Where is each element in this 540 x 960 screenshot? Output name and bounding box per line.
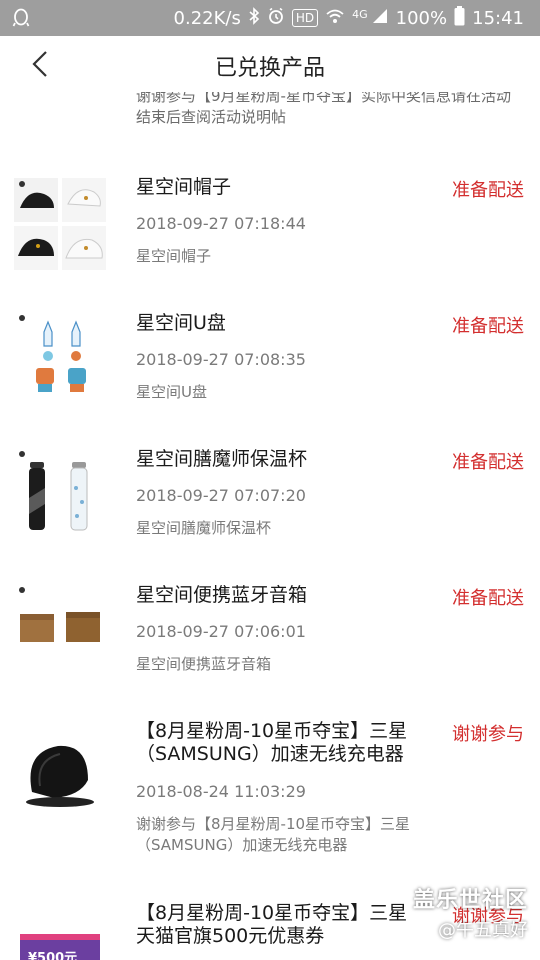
delivery-status: 准备配送 xyxy=(452,180,524,201)
alarm-icon xyxy=(267,7,285,30)
wifi-icon xyxy=(325,8,345,29)
product-image-speaker xyxy=(14,584,106,676)
product-name: 星空间便携蓝牙音箱 xyxy=(136,584,308,606)
hd-badge: HD xyxy=(291,9,319,27)
signal-icon xyxy=(371,8,389,29)
product-name: 星空间膳魔师保温杯 xyxy=(136,448,308,470)
battery-percent: 100% xyxy=(395,7,448,29)
product-image-cap xyxy=(14,178,106,270)
list-item[interactable]: 星空间膳魔师保温杯 准备配送 2018-09-27 07:07:20 星空间膳魔… xyxy=(0,448,540,578)
product-name: 【8月星粉周-10星币夺宝】三星（SAMSUNG）加速无线充电器 xyxy=(136,720,408,765)
product-name: 星空间U盘 xyxy=(136,312,226,334)
redeem-time: 2018-09-27 07:18:44 xyxy=(136,214,306,233)
redeem-time: 2018-09-27 07:06:01 xyxy=(136,622,306,641)
product-image-coupon: ¥500元 xyxy=(14,916,106,960)
product-desc: 星空间帽子 xyxy=(136,247,212,265)
network-type: 4G xyxy=(352,7,368,21)
watermark-user: @午五真好 xyxy=(438,920,528,941)
product-image-charger xyxy=(14,732,106,824)
network-speed: 0.22K/s xyxy=(173,7,241,29)
redeemed-list: 谢谢参与【9月星粉周-星币夺宝】实际中奖信息请在活动结束后查阅活动说明帖 星空间… xyxy=(0,92,540,960)
redeem-time: 2018-08-24 11:03:29 xyxy=(136,782,306,801)
redeem-time: 2018-09-27 07:08:35 xyxy=(136,350,306,369)
list-item[interactable]: 星空间帽子 准备配送 2018-09-27 07:18:44 星空间帽子 xyxy=(0,176,540,306)
product-image-thermos xyxy=(14,448,106,540)
delivery-status: 谢谢参与 xyxy=(452,724,524,745)
product-desc: 星空间U盘 xyxy=(136,383,207,401)
battery-icon xyxy=(454,5,465,31)
list-item[interactable]: 星空间U盘 准备配送 2018-09-27 07:08:35 星空间U盘 xyxy=(0,312,540,442)
page-title: 已兑换产品 xyxy=(214,56,325,81)
delivery-status: 准备配送 xyxy=(452,588,524,609)
list-item[interactable]: 【8月星粉周-10星币夺宝】三星（SAMSUNG）加速无线充电器 谢谢参与 20… xyxy=(0,720,540,890)
status-bar: 0.22K/s HD 4G 100% 15:41 xyxy=(0,0,540,36)
delivery-status: 准备配送 xyxy=(452,452,524,473)
bluetooth-icon xyxy=(248,6,260,30)
redeem-time: 2018-09-27 07:07:20 xyxy=(136,486,306,505)
watermark-site: 盖乐世社区 xyxy=(412,888,528,913)
product-image-usb xyxy=(14,312,106,404)
product-name: 星空间帽子 xyxy=(136,176,232,198)
list-item-partial-desc: 谢谢参与【9月星粉周-星币夺宝】实际中奖信息请在活动结束后查阅活动说明帖 xyxy=(136,92,511,126)
delivery-status: 准备配送 xyxy=(452,316,524,337)
product-desc: 谢谢参与【8月星粉周-10星币夺宝】三星（SAMSUNG）加速无线充电器 xyxy=(136,815,411,854)
app-header: 已兑换产品 xyxy=(0,36,540,92)
product-desc: 星空间膳魔师保温杯 xyxy=(136,519,272,537)
product-desc: 星空间便携蓝牙音箱 xyxy=(136,655,272,673)
clock: 15:41 xyxy=(472,7,524,29)
product-name: 【8月星粉周-10星币夺宝】三星天猫官旗500元优惠券 xyxy=(136,902,408,947)
qq-icon xyxy=(12,8,30,32)
list-item[interactable]: 星空间便携蓝牙音箱 准备配送 2018-09-27 07:06:01 星空间便携… xyxy=(0,584,540,714)
watermark: 盖乐世社区 @午五真好 xyxy=(413,882,528,942)
coupon-label: ¥500元 xyxy=(28,951,78,960)
